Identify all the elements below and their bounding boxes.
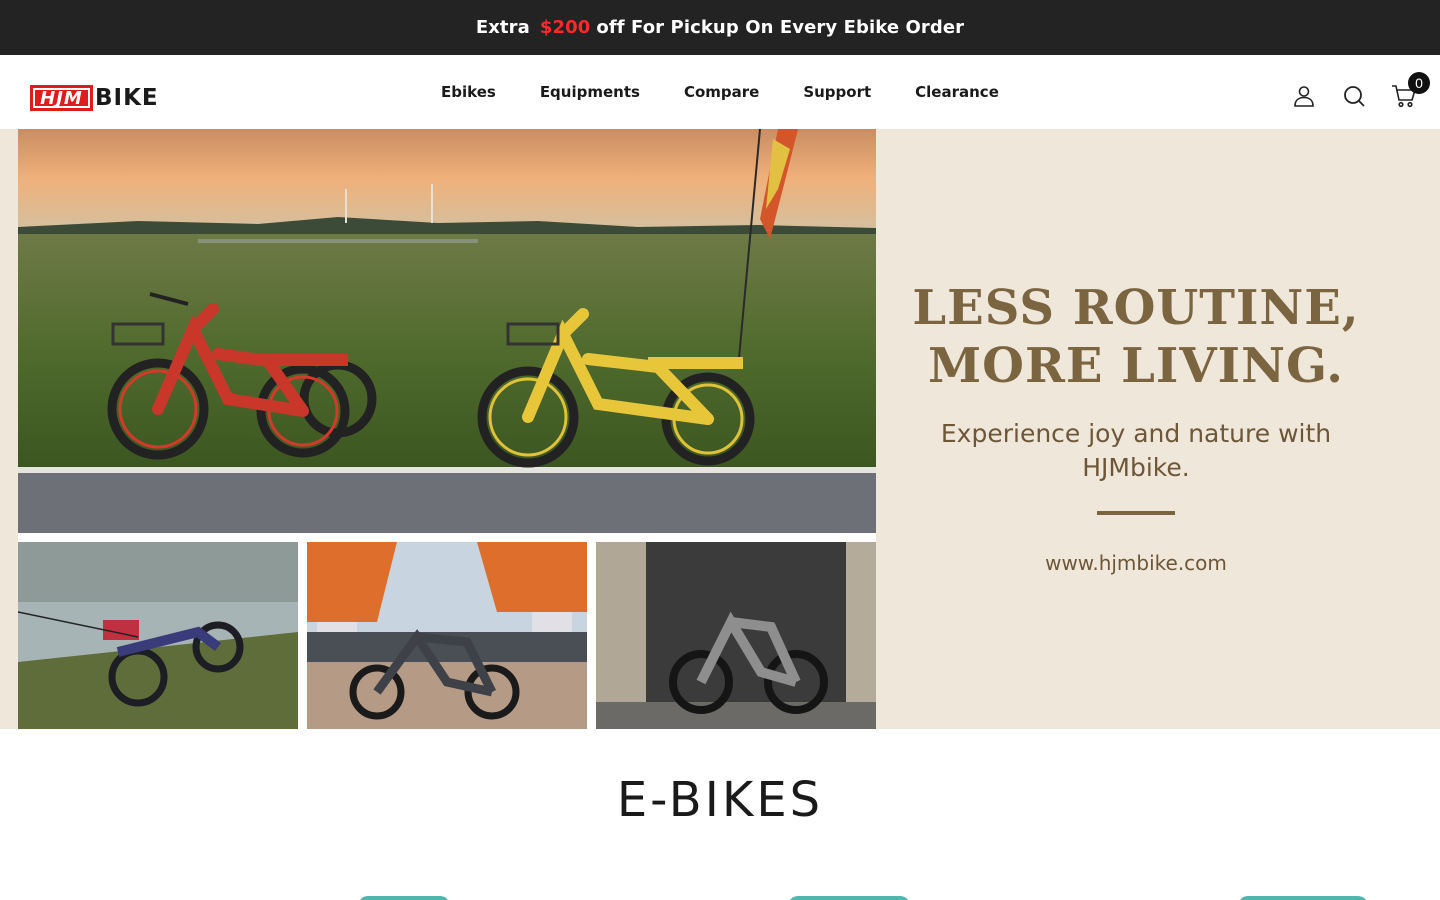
site-logo[interactable]: HJM BIKE [30,85,159,111]
nav-item-support[interactable]: Support [781,83,893,101]
announcement-price: $200 [539,17,591,38]
product-badge [788,896,910,900]
nav-item-equipments[interactable]: Equipments [518,83,662,101]
hero-photo-doorway [596,542,876,729]
section-title-ebikes: E-BIKES [616,772,824,828]
nav-item-clearance[interactable]: Clearance [893,83,1021,101]
logo-text: BIKE [95,85,159,111]
hero-photo-lake [18,542,298,729]
hero-title-line-2: MORE LIVING. [928,338,1344,394]
product-badge [358,896,450,900]
hero-url: www.hjmbike.com [1045,551,1227,575]
nav-item-ebikes[interactable]: Ebikes [419,83,518,101]
hero-title-line-1: LESS ROUTINE, [912,280,1360,336]
site-header: HJM BIKE Ebikes Equipments Compare Suppo… [0,55,1440,129]
hero-text-panel: LESS ROUTINE, MORE LIVING. Experience jo… [876,129,1440,729]
account-icon[interactable] [1290,82,1318,110]
announcement-bar: Extra $200 off For Pickup On Every Ebike… [0,0,1440,55]
hero-photo-collage [18,129,876,729]
cart-button[interactable]: 0 [1390,72,1430,110]
product-badge [1238,896,1368,900]
hero-banner[interactable]: LESS ROUTINE, MORE LIVING. Experience jo… [0,129,1440,729]
logo-mark: HJM [30,85,93,111]
search-icon[interactable] [1340,82,1368,110]
hero-title: LESS ROUTINE, MORE LIVING. [876,279,1396,395]
header-icons: 0 [1268,72,1430,110]
hero-photo-waterfront [307,542,587,729]
hero-main-photo [18,129,876,533]
announcement-prefix: Extra [475,17,530,38]
hero-divider [1097,511,1175,515]
cart-count-badge: 0 [1408,72,1430,94]
main-nav: Ebikes Equipments Compare Support Cleara… [419,83,1021,101]
announcement-suffix: off For Pickup On Every Ebike Order [596,17,965,38]
hero-subtitle: Experience joy and nature with HJMbike. [940,419,1332,482]
nav-item-compare[interactable]: Compare [662,83,781,101]
